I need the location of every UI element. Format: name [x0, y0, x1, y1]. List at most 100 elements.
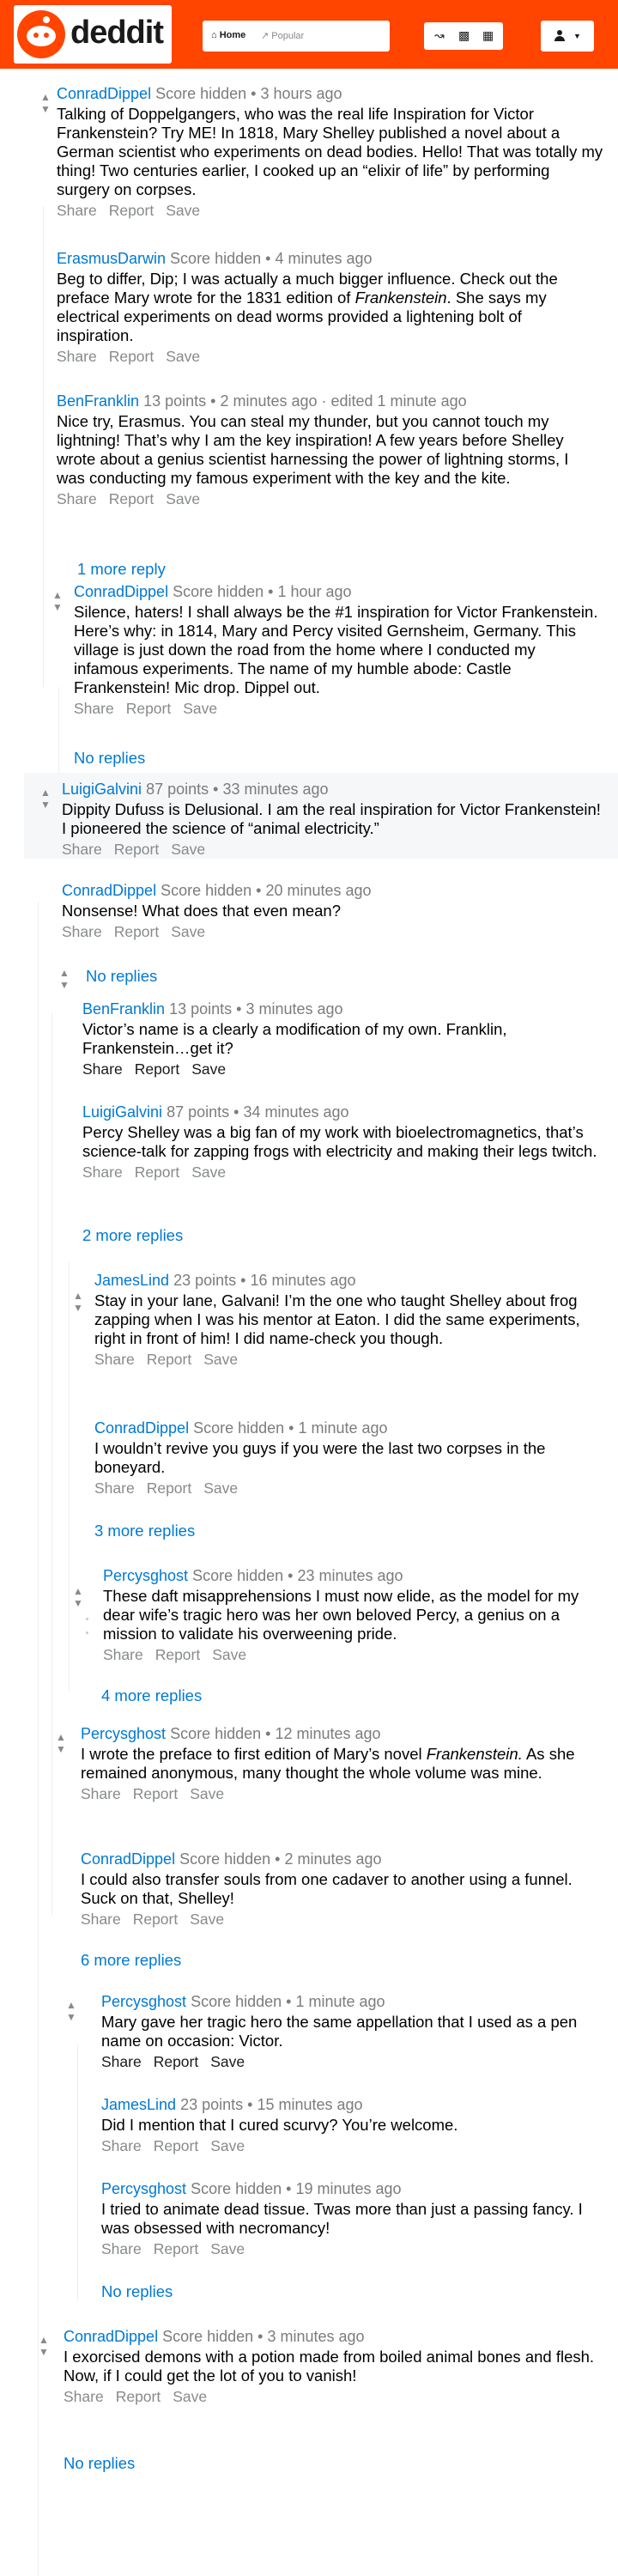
save-button[interactable]: Save [173, 2388, 207, 2405]
share-button[interactable]: Share [57, 490, 97, 507]
share-button[interactable]: Share [81, 1911, 121, 1928]
comment-author[interactable]: Percysghost [101, 1993, 186, 2010]
downvote-icon[interactable]: ▼ [65, 2011, 77, 2023]
more-replies-link[interactable]: 2 more replies [82, 1226, 183, 1245]
share-button[interactable]: Share [103, 1646, 143, 1663]
report-button[interactable]: Report [116, 2388, 161, 2405]
save-button[interactable]: Save [183, 700, 217, 717]
save-button[interactable]: Save [212, 1646, 246, 1663]
downvote-icon[interactable]: ▼ [55, 1743, 67, 1755]
more-replies-link[interactable]: 1 more reply [77, 560, 166, 579]
comment-author[interactable]: ConradDippel [94, 1419, 189, 1437]
share-button[interactable]: Share [62, 841, 102, 858]
no-replies-link[interactable]: No replies [86, 967, 157, 986]
more-replies-link[interactable]: 3 more replies [94, 1522, 195, 1540]
report-button[interactable]: Report [109, 202, 154, 219]
comment-author[interactable]: Percysghost [101, 2180, 186, 2197]
share-button[interactable]: Share [101, 2053, 142, 2070]
no-replies-link[interactable]: No replies [74, 749, 145, 768]
downvote-icon[interactable]: ▼ [72, 1597, 84, 1609]
upvote-icon[interactable]: ▲ [65, 1999, 77, 2011]
save-button[interactable]: Save [190, 1911, 224, 1928]
save-button[interactable]: Save [210, 2053, 245, 2070]
stats-icon[interactable]: ▩ [458, 28, 470, 43]
share-button[interactable]: Share [57, 202, 97, 219]
comment-author[interactable]: Percysghost [81, 1725, 166, 1742]
save-button[interactable]: Save [203, 1479, 238, 1497]
save-button[interactable]: Save [191, 1163, 226, 1181]
report-button[interactable]: Report [147, 1351, 192, 1368]
report-button[interactable]: Report [133, 1911, 179, 1928]
report-button[interactable]: Report [155, 1646, 201, 1663]
comment-author[interactable]: JamesLind [101, 2096, 176, 2113]
more-replies-link[interactable]: 4 more replies [101, 1686, 202, 1705]
upvote-icon[interactable]: ▲ [72, 1585, 84, 1597]
report-button[interactable]: Report [147, 1479, 192, 1497]
share-button[interactable]: Share [101, 2137, 142, 2154]
more-replies-link[interactable]: 6 more replies [81, 1951, 181, 1970]
comment-author[interactable]: ConradDippel [74, 583, 168, 600]
share-button[interactable]: Share [82, 1060, 123, 1078]
downvote-icon[interactable]: ▼ [38, 2346, 50, 2358]
downvote-icon[interactable]: ▼ [39, 103, 52, 115]
share-button[interactable]: Share [81, 1785, 121, 1802]
share-button[interactable]: Share [57, 348, 97, 365]
comment-author[interactable]: ConradDippel [62, 882, 156, 899]
report-button[interactable]: Report [114, 923, 160, 940]
report-button[interactable]: Report [154, 2137, 199, 2154]
comment-author[interactable]: ConradDippel [81, 1850, 175, 1868]
trending-icon[interactable]: ↝ [434, 28, 445, 43]
downvote-icon[interactable]: ▼ [39, 799, 52, 811]
share-button[interactable]: Share [74, 700, 114, 717]
no-replies-link[interactable]: No replies [64, 2454, 135, 2473]
share-button[interactable]: Share [101, 2240, 142, 2257]
share-button[interactable]: Share [62, 923, 102, 940]
comment-author[interactable]: ConradDippel [64, 2328, 158, 2345]
feed-selector[interactable]: ⌂ Home ↗ Popular [203, 21, 390, 52]
upvote-icon[interactable]: ▲ [52, 589, 64, 601]
report-button[interactable]: Report [154, 2053, 199, 2070]
report-button[interactable]: Report [109, 490, 154, 507]
share-button[interactable]: Share [64, 2388, 104, 2405]
upvote-icon[interactable]: ▲ [55, 1731, 67, 1743]
upvote-icon[interactable]: ▲ [39, 787, 52, 799]
upvote-icon[interactable]: ▲ [38, 2334, 50, 2346]
comment-author[interactable]: LuigiGalvini [62, 781, 142, 798]
site-logo[interactable]: deddit [14, 5, 172, 64]
feed-home[interactable]: ⌂ Home [211, 30, 245, 40]
share-button[interactable]: Share [82, 1163, 123, 1181]
downvote-icon[interactable]: ▼ [72, 1302, 84, 1314]
save-button[interactable]: Save [166, 348, 200, 365]
comment-author[interactable]: LuigiGalvini [82, 1103, 162, 1121]
upvote-icon[interactable]: ▲ [72, 1290, 84, 1302]
feed-popular[interactable]: ↗ Popular [261, 30, 304, 41]
save-button[interactable]: Save [166, 202, 200, 219]
report-button[interactable]: Report [109, 348, 154, 365]
save-button[interactable]: Save [171, 841, 205, 858]
save-button[interactable]: Save [171, 923, 205, 940]
grid-icon[interactable]: ▦ [482, 28, 494, 43]
downvote-icon[interactable]: ▼ [52, 601, 64, 613]
save-button[interactable]: Save [191, 1060, 226, 1078]
report-button[interactable]: Report [135, 1163, 180, 1181]
comment-author[interactable]: ErasmusDarwin [57, 250, 166, 267]
user-menu[interactable]: ▼ [541, 21, 594, 52]
upvote-icon[interactable]: ▲ [58, 967, 70, 979]
report-button[interactable]: Report [135, 1060, 180, 1078]
comment-author[interactable]: BenFranklin [57, 392, 139, 410]
comment-author[interactable]: ConradDippel [57, 85, 151, 102]
save-button[interactable]: Save [210, 2137, 245, 2154]
comment-author[interactable]: JamesLind [94, 1272, 169, 1289]
downvote-icon[interactable]: ▼ [58, 979, 70, 991]
report-button[interactable]: Report [114, 841, 160, 858]
report-button[interactable]: Report [126, 700, 172, 717]
report-button[interactable]: Report [154, 2240, 199, 2257]
save-button[interactable]: Save [166, 490, 200, 507]
share-button[interactable]: Share [94, 1479, 135, 1497]
save-button[interactable]: Save [203, 1351, 238, 1368]
comment-author[interactable]: Percysghost [103, 1567, 188, 1584]
share-button[interactable]: Share [94, 1351, 135, 1368]
no-replies-link[interactable]: No replies [101, 2282, 173, 2301]
save-button[interactable]: Save [190, 1785, 224, 1802]
upvote-icon[interactable]: ▲ [39, 91, 52, 103]
